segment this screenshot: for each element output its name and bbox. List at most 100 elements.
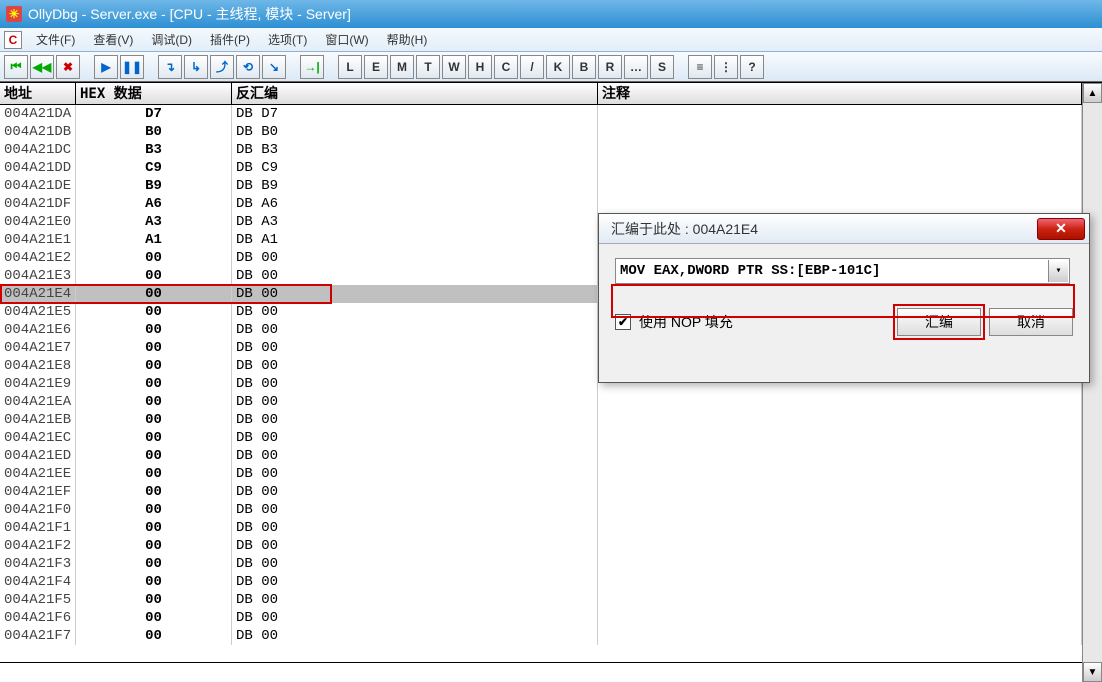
cell-comment [598, 501, 1082, 519]
tb-letter-M[interactable]: M [390, 55, 414, 79]
cell-address: 004A21EF [0, 483, 76, 501]
menu-file[interactable]: 文件(F) [28, 29, 83, 50]
col-header-disassembly: 反汇编 [232, 83, 598, 104]
disasm-row[interactable]: 004A21F200DB 00 [0, 537, 1082, 555]
cell-hex: B3 [76, 141, 232, 159]
disasm-row[interactable]: 004A21EC00DB 00 [0, 429, 1082, 447]
disasm-row[interactable]: 004A21F700DB 00 [0, 627, 1082, 645]
window-title: OllyDbg - Server.exe - [CPU - 主线程, 模块 - … [28, 4, 351, 24]
cell-hex: 00 [76, 591, 232, 609]
dialog-close-button[interactable]: ✕ [1037, 218, 1085, 240]
tb-until-icon[interactable]: ↘ [262, 55, 286, 79]
tb-stepover-icon[interactable]: ↳ [184, 55, 208, 79]
cell-address: 004A21F6 [0, 609, 76, 627]
tb-letter-H[interactable]: H [468, 55, 492, 79]
col-header-comment: 注释 [598, 83, 1082, 104]
menu-window[interactable]: 窗口(W) [317, 29, 376, 50]
disasm-row[interactable]: 004A21ED00DB 00 [0, 447, 1082, 465]
cpu-icon[interactable]: C [4, 31, 22, 49]
menu-options[interactable]: 选项(T) [260, 29, 315, 50]
assemble-button[interactable]: 汇编 [897, 308, 981, 336]
main-area: 地址 HEX 数据 反汇编 注释 004A21DAD7DB D7004A21DB… [0, 82, 1102, 682]
cell-hex: 00 [76, 447, 232, 465]
disasm-row[interactable]: 004A21DFA6DB A6 [0, 195, 1082, 213]
cell-hex: 00 [76, 303, 232, 321]
cell-comment [598, 609, 1082, 627]
tb-letter-S[interactable]: S [650, 55, 674, 79]
tb-letter-slash[interactable]: / [520, 55, 544, 79]
disasm-row[interactable]: 004A21DCB3DB B3 [0, 141, 1082, 159]
col-header-address: 地址 [0, 83, 76, 104]
app-icon: ✳ [6, 6, 22, 22]
instruction-input[interactable]: MOV EAX,DWORD PTR SS:[EBP-101C] ▾ [615, 258, 1070, 284]
tb-close-icon[interactable]: ✖ [56, 55, 80, 79]
tb-letter-L[interactable]: L [338, 55, 362, 79]
tb-rewind-icon[interactable]: ◀◀ [30, 55, 54, 79]
tb-letter-T[interactable]: T [416, 55, 440, 79]
tb-pause-icon[interactable]: ❚❚ [120, 55, 144, 79]
disasm-row[interactable]: 004A21F500DB 00 [0, 591, 1082, 609]
cancel-button[interactable]: 取消 [989, 308, 1073, 336]
tb-letter-C[interactable]: C [494, 55, 518, 79]
tb-letter-more[interactable]: … [624, 55, 648, 79]
disasm-row[interactable]: 004A21DDC9DB C9 [0, 159, 1082, 177]
disasm-row[interactable]: 004A21DAD7DB D7 [0, 105, 1082, 123]
dialog-titlebar[interactable]: 汇编于此处 : 004A21E4 ✕ [599, 214, 1089, 244]
cell-address: 004A21DB [0, 123, 76, 141]
disasm-row[interactable]: 004A21F600DB 00 [0, 609, 1082, 627]
cell-hex: 00 [76, 411, 232, 429]
col-header-hex: HEX 数据 [76, 83, 232, 104]
cell-hex: B0 [76, 123, 232, 141]
tb-help-icon[interactable]: ? [740, 55, 764, 79]
tb-options-icon[interactable]: ⋮ [714, 55, 738, 79]
cell-comment [598, 159, 1082, 177]
tb-goto-icon[interactable]: →| [300, 55, 324, 79]
disasm-row[interactable]: 004A21DBB0DB B0 [0, 123, 1082, 141]
cell-disassembly: DB A1 [232, 231, 598, 249]
menu-view[interactable]: 查看(V) [85, 29, 141, 50]
tb-letter-R[interactable]: R [598, 55, 622, 79]
dropdown-icon[interactable]: ▾ [1048, 260, 1068, 282]
menu-debug[interactable]: 调试(D) [143, 29, 200, 50]
fill-nop-checkbox[interactable]: ✔ [615, 314, 631, 330]
cell-disassembly: DB 00 [232, 321, 598, 339]
cell-address: 004A21DE [0, 177, 76, 195]
disasm-row[interactable]: 004A21F000DB 00 [0, 501, 1082, 519]
menu-help[interactable]: 帮助(H) [379, 29, 436, 50]
titlebar: ✳ OllyDbg - Server.exe - [CPU - 主线程, 模块 … [0, 0, 1102, 28]
cell-hex: 00 [76, 249, 232, 267]
tb-stepinto-icon[interactable]: ↴ [158, 55, 182, 79]
cell-disassembly: DB 00 [232, 465, 598, 483]
disasm-row[interactable]: 004A21F100DB 00 [0, 519, 1082, 537]
cell-hex: 00 [76, 339, 232, 357]
cell-address: 004A21DF [0, 195, 76, 213]
cell-disassembly: DB 00 [232, 447, 598, 465]
tb-letter-B[interactable]: B [572, 55, 596, 79]
cell-disassembly: DB A3 [232, 213, 598, 231]
tb-trace-icon[interactable]: ⟲ [236, 55, 260, 79]
disasm-row[interactable]: 004A21EB00DB 00 [0, 411, 1082, 429]
tb-letter-E[interactable]: E [364, 55, 388, 79]
cell-hex: 00 [76, 573, 232, 591]
cell-disassembly: DB 00 [232, 393, 598, 411]
tb-run-icon[interactable]: ▶ [94, 55, 118, 79]
disasm-row[interactable]: 004A21F400DB 00 [0, 573, 1082, 591]
scroll-down-icon[interactable]: ▼ [1083, 662, 1102, 682]
scroll-up-icon[interactable]: ▲ [1083, 83, 1102, 103]
tb-letter-K[interactable]: K [546, 55, 570, 79]
disasm-body[interactable]: 004A21DAD7DB D7004A21DBB0DB B0004A21DCB3… [0, 105, 1082, 682]
cell-address: 004A21DC [0, 141, 76, 159]
cell-disassembly: DB 00 [232, 375, 598, 393]
disasm-row[interactable]: 004A21F300DB 00 [0, 555, 1082, 573]
tb-stepout-icon[interactable]: ⤴ [210, 55, 234, 79]
disasm-row[interactable]: 004A21EF00DB 00 [0, 483, 1082, 501]
cell-comment [598, 555, 1082, 573]
disasm-row[interactable]: 004A21EE00DB 00 [0, 465, 1082, 483]
tb-settings-icon[interactable]: ≡ [688, 55, 712, 79]
disasm-row[interactable]: 004A21DEB9DB B9 [0, 177, 1082, 195]
disasm-row[interactable]: 004A21EA00DB 00 [0, 393, 1082, 411]
menu-plugins[interactable]: 插件(P) [202, 29, 258, 50]
cell-address: 004A21F5 [0, 591, 76, 609]
tb-letter-W[interactable]: W [442, 55, 466, 79]
tb-restart-icon[interactable]: ⏮ [4, 55, 28, 79]
